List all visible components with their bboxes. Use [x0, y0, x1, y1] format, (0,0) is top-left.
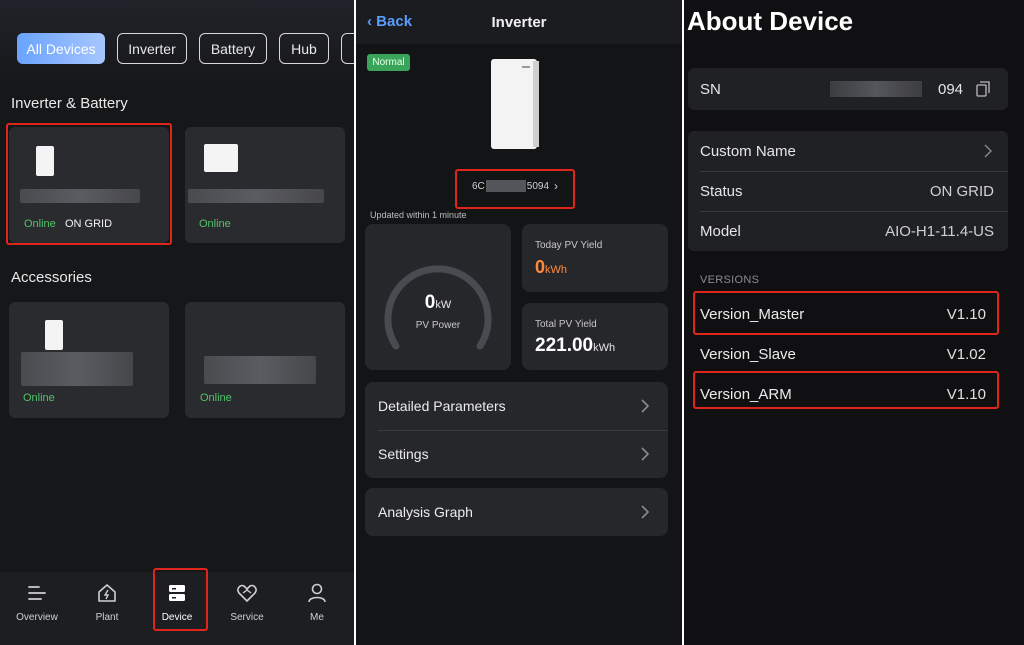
- status-value: ON GRID: [929, 182, 994, 200]
- filter-battery[interactable]: Battery: [199, 33, 267, 64]
- tab-label: Overview: [16, 612, 58, 623]
- accessory-image: [45, 320, 63, 350]
- chevron-right-icon: [641, 399, 650, 413]
- row-label: Analysis Graph: [378, 504, 473, 520]
- total-yield-value: 221.00kWh: [535, 335, 616, 356]
- row-label: Detailed Parameters: [378, 398, 506, 414]
- row-label: Custom Name: [700, 142, 796, 160]
- pv-power-tile: 0kW PV Power: [365, 224, 511, 370]
- detailed-parameters-row[interactable]: Detailed Parameters: [365, 382, 668, 430]
- filter-all-devices[interactable]: All Devices: [17, 33, 105, 64]
- highlight-box: [693, 291, 999, 335]
- page-title: About Device: [687, 6, 854, 36]
- accessory-card-2[interactable]: Online: [185, 302, 345, 418]
- redacted-serial: [21, 352, 133, 386]
- about-device-panel: About Device SN 094 Custom Name Status O…: [684, 0, 1024, 645]
- device-list-panel: All Devices Inverter Battery Hub Inverte…: [0, 0, 354, 645]
- status-badge: Normal: [367, 54, 410, 71]
- serial-suffix: 094: [938, 80, 964, 98]
- chevron-right-icon: [984, 144, 992, 158]
- overview-icon: [28, 586, 46, 600]
- highlight-box: [153, 568, 208, 631]
- status-online: Online: [200, 392, 232, 404]
- plant-icon: [98, 584, 116, 602]
- redacted-serial: [204, 356, 316, 384]
- row-label: Version_Slave: [700, 345, 796, 363]
- redacted-serial: [830, 81, 922, 97]
- device-card-battery[interactable]: Online: [185, 127, 345, 243]
- copy-icon[interactable]: [976, 81, 990, 97]
- inverter-panel: ‹ Back Inverter Normal 6C 5094 › Updated…: [356, 0, 682, 645]
- tab-label: Plant: [95, 612, 119, 623]
- serial-group: SN 094: [688, 68, 1008, 110]
- filter-inverter[interactable]: Inverter: [117, 33, 187, 64]
- inverter-image: [491, 59, 539, 149]
- redacted-serial: [188, 189, 324, 203]
- custom-name-row[interactable]: Custom Name: [688, 131, 1008, 171]
- tab-plant[interactable]: Plant: [77, 572, 137, 645]
- tab-label: Service: [230, 612, 264, 623]
- status-online: Online: [23, 392, 55, 404]
- today-yield-value: 0kWh: [535, 257, 568, 277]
- updated-text: Updated within 1 minute: [370, 210, 467, 220]
- tab-overview[interactable]: Overview: [7, 572, 67, 645]
- pv-power-value: 0kW: [424, 292, 452, 313]
- row-label: SN: [700, 80, 721, 98]
- user-icon: [308, 583, 326, 603]
- pv-power-label: PV Power: [415, 320, 461, 331]
- settings-list: Detailed Parameters Settings: [365, 382, 668, 478]
- analysis-graph-row[interactable]: Analysis Graph: [365, 488, 668, 536]
- nav-bar: ‹ Back Inverter: [356, 0, 682, 44]
- today-yield-label: Today PV Yield: [535, 240, 603, 251]
- total-yield-label: Total PV Yield: [535, 319, 597, 330]
- filter-more[interactable]: [341, 33, 354, 64]
- version-value: V1.02: [946, 345, 986, 363]
- status-row: Status ON GRID: [688, 171, 1008, 211]
- chevron-right-icon: [641, 447, 650, 461]
- service-icon: [237, 584, 257, 602]
- tab-label: Me: [310, 612, 324, 623]
- section-title-accessories: Accessories: [11, 269, 92, 286]
- total-yield-tile: Total PV Yield 221.00kWh: [522, 303, 668, 370]
- today-yield-tile: Today PV Yield 0kWh: [522, 224, 668, 292]
- highlight-box: [6, 123, 172, 245]
- filter-hub[interactable]: Hub: [279, 33, 329, 64]
- serial-number-row: SN 094: [688, 68, 1008, 110]
- model-value: AIO-H1-11.4-US: [885, 222, 994, 240]
- highlight-box: [693, 371, 999, 409]
- row-label: Model: [700, 222, 741, 240]
- highlight-box: [455, 169, 575, 209]
- battery-image: [204, 144, 238, 172]
- version-slave-row: Version_Slave V1.02: [700, 334, 994, 374]
- accessory-card-1[interactable]: Online: [9, 302, 169, 418]
- row-label: Settings: [378, 446, 429, 462]
- model-row: Model AIO-H1-11.4-US: [688, 211, 1008, 251]
- status-online: Online: [199, 218, 231, 230]
- device-info-group: Custom Name Status ON GRID Model AIO-H1-…: [688, 131, 1008, 251]
- tab-me[interactable]: Me: [287, 572, 347, 645]
- settings-row[interactable]: Settings: [365, 430, 668, 478]
- page-title: Inverter: [491, 14, 547, 31]
- chevron-right-icon: [641, 505, 650, 519]
- versions-heading: VERSIONS: [700, 274, 760, 286]
- row-label: Status: [700, 182, 743, 200]
- analysis-list: Analysis Graph: [365, 488, 668, 536]
- tab-service[interactable]: Service: [217, 572, 277, 645]
- section-title-inverter-battery: Inverter & Battery: [11, 95, 128, 112]
